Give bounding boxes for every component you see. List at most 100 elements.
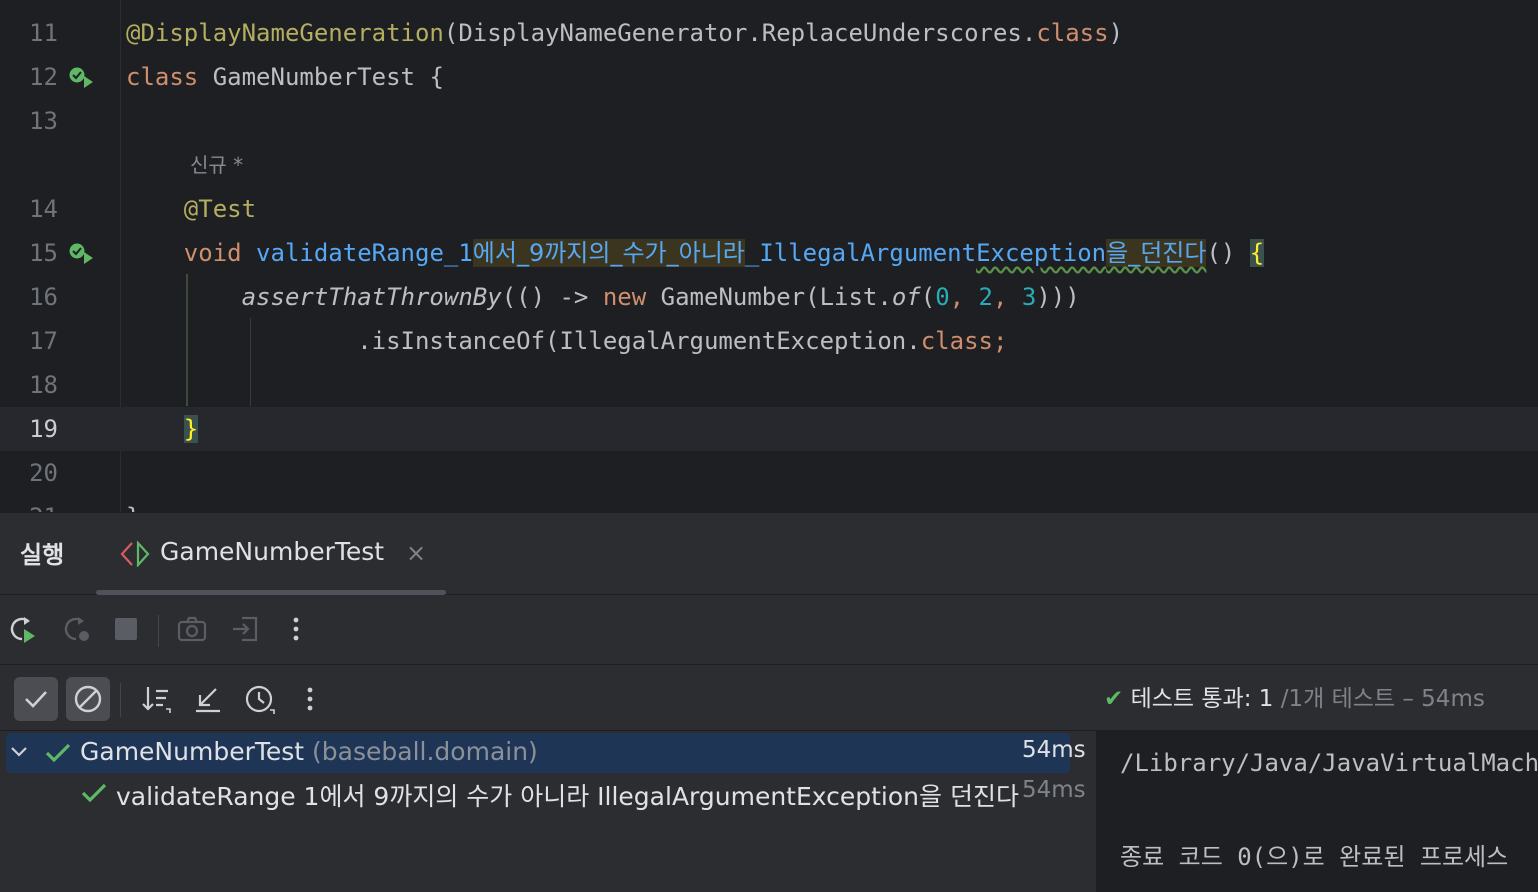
run-test-class-icon[interactable] xyxy=(68,66,96,88)
test-tree[interactable]: GameNumberTest (baseball.domain) 54ms va… xyxy=(0,731,1094,892)
sort-icon[interactable] xyxy=(140,683,172,715)
code-line-16[interactable]: 16 assertThatThrownBy(() -> new GameNumb… xyxy=(0,275,1538,319)
status-passed-text: 테스트 통과: 1 xyxy=(1130,686,1274,712)
rerun-icon[interactable] xyxy=(6,613,38,645)
code-vision-hint[interactable]: 신규 * xyxy=(190,143,243,187)
close-icon[interactable]: × xyxy=(406,541,426,565)
line-number: 12 xyxy=(29,63,58,91)
code-token[interactable]: _IllegalArgument xyxy=(745,239,976,267)
rerun-failed-icon[interactable] xyxy=(60,613,92,645)
code-token[interactable]: @Test xyxy=(126,195,256,223)
passed-check-icon xyxy=(45,743,71,763)
code-line-12[interactable]: 12 class GameNumberTest { xyxy=(0,55,1538,99)
run-tool-window: 실행 GameNumberTest × ✔ 테스트 통과: 1 /1개 테스트 … xyxy=(0,512,1538,892)
history-icon[interactable] xyxy=(244,683,276,715)
code-token[interactable]: Exception xyxy=(976,239,1106,267)
more-options-icon[interactable] xyxy=(294,683,326,715)
tool-window-title[interactable]: 실행 xyxy=(20,535,64,570)
code-token[interactable]: GameNumberTest { xyxy=(213,63,444,91)
ignored-icon xyxy=(74,685,102,713)
code-line-14[interactable]: 14 @Test xyxy=(0,187,1538,231)
code-token[interactable]: ))) xyxy=(1036,283,1079,311)
code-text[interactable]: .isInstanceOf(IllegalArgumentException.c… xyxy=(126,319,1007,363)
test-class-icon xyxy=(120,541,150,567)
code-line-11[interactable]: 11 @DisplayNameGeneration(DisplayNameGen… xyxy=(0,11,1538,55)
exit-icon[interactable] xyxy=(230,613,262,645)
code-token[interactable]: 에서_9까지의_수가_아니라 xyxy=(472,239,745,267)
code-token[interactable]: } xyxy=(126,503,140,512)
code-token[interactable]: , xyxy=(993,283,1022,311)
more-options-icon[interactable] xyxy=(280,613,312,645)
code-token[interactable]: (DisplayNameGenerator.ReplaceUnderscores… xyxy=(444,19,1036,47)
code-token[interactable] xyxy=(126,415,184,443)
code-token[interactable]: 3 xyxy=(1022,283,1036,311)
code-token[interactable]: .isInstanceOf(IllegalArgumentException. xyxy=(126,327,921,355)
code-text[interactable]: } xyxy=(126,495,140,512)
code-token[interactable]: validateRange_1 xyxy=(256,239,473,267)
code-token[interactable]: ) xyxy=(1109,19,1123,47)
line-number: 19 xyxy=(29,415,58,443)
passed-check-icon: ✔ xyxy=(1104,686,1124,712)
code-line-15[interactable]: 15 void validateRange_1에서_9까지의_수가_아니라_Il… xyxy=(0,231,1538,275)
run-toolbar xyxy=(0,595,1538,665)
code-line-13[interactable]: 13 xyxy=(0,99,1538,143)
run-test-method-icon[interactable] xyxy=(68,242,96,264)
code-text[interactable]: void validateRange_1에서_9까지의_수가_아니라_Illeg… xyxy=(126,231,1265,275)
code-line-17[interactable]: 17 .isInstanceOf(IllegalArgumentExceptio… xyxy=(0,319,1538,363)
line-number: 17 xyxy=(29,327,58,355)
import-tests-icon[interactable] xyxy=(192,683,224,715)
test-method-name: validateRange 1에서 9까지의 수가 아니라 IllegalArg… xyxy=(116,782,1019,811)
code-token[interactable]: @DisplayNameGeneration xyxy=(126,19,444,47)
show-ignored-toggle[interactable] xyxy=(66,677,110,721)
code-text[interactable]: } xyxy=(126,407,199,451)
code-token[interactable]: 0 xyxy=(935,283,949,311)
code-text[interactable]: @Test xyxy=(126,187,256,231)
tree-item-label: GameNumberTest (baseball.domain) xyxy=(80,737,538,766)
test-status-summary: ✔ 테스트 통과: 1 /1개 테스트 – 54ms xyxy=(1104,679,1485,713)
code-token[interactable]: { xyxy=(1249,239,1265,267)
code-token[interactable]: () xyxy=(1206,239,1249,267)
console-output[interactable]: /Library/Java/JavaVirtualMachines 종료 코드 … xyxy=(1096,731,1538,892)
package-name: (baseball.domain) xyxy=(312,737,538,766)
code-text[interactable]: class GameNumberTest { xyxy=(126,55,444,99)
code-token[interactable]: class xyxy=(1036,19,1108,47)
stop-icon[interactable] xyxy=(110,613,142,645)
code-line-20[interactable]: 20 xyxy=(0,451,1538,495)
tree-row-test-method[interactable]: validateRange 1에서 9까지의 수가 아니라 IllegalArg… xyxy=(6,773,1086,813)
show-passed-toggle[interactable] xyxy=(14,677,58,721)
chevron-down-icon[interactable] xyxy=(10,745,28,759)
tree-row-test-class[interactable]: GameNumberTest (baseball.domain) 54ms xyxy=(6,733,1086,773)
tab-gamenumbertest[interactable]: GameNumberTest × xyxy=(96,513,446,595)
code-line-19[interactable]: 19 } xyxy=(0,407,1538,451)
code-text[interactable]: assertThatThrownBy(() -> new GameNumber(… xyxy=(126,275,1080,319)
code-token[interactable]: (() -> xyxy=(502,283,603,311)
test-results-toolbar: ✔ 테스트 통과: 1 /1개 테스트 – 54ms xyxy=(0,665,1538,731)
code-token[interactable]: , xyxy=(950,283,979,311)
code-text[interactable]: @DisplayNameGeneration(DisplayNameGenera… xyxy=(126,11,1123,55)
line-number: 16 xyxy=(29,283,58,311)
code-token[interactable] xyxy=(126,283,242,311)
code-token[interactable]: of xyxy=(892,283,921,311)
code-token[interactable]: void xyxy=(126,239,256,267)
toolbar-separator xyxy=(158,615,159,647)
tab-label: GameNumberTest xyxy=(160,537,385,566)
check-icon xyxy=(25,691,47,708)
camera-icon[interactable] xyxy=(176,613,208,645)
code-token[interactable]: 을_던진다 xyxy=(1106,239,1207,267)
code-token[interactable]: } xyxy=(183,415,199,443)
code-token[interactable]: class xyxy=(126,63,213,91)
code-token[interactable]: assertThatThrownBy xyxy=(242,283,502,311)
toolbar-separator xyxy=(120,683,121,717)
code-token[interactable]: ( xyxy=(921,283,935,311)
line-number: 13 xyxy=(29,107,58,135)
code-token[interactable]: class xyxy=(921,327,993,355)
code-token[interactable]: 2 xyxy=(979,283,993,311)
line-number: 20 xyxy=(29,459,58,487)
code-token[interactable]: GameNumber(List. xyxy=(661,283,892,311)
code-editor[interactable]: 11 @DisplayNameGeneration(DisplayNameGen… xyxy=(0,0,1538,512)
code-token[interactable]: new xyxy=(603,283,661,311)
code-line-18[interactable]: 18 xyxy=(0,363,1538,407)
code-line-21[interactable]: 21 } xyxy=(0,495,1538,512)
code-token[interactable]: ; xyxy=(993,327,1007,355)
console-line: /Library/Java/JavaVirtualMachines xyxy=(1120,749,1538,777)
